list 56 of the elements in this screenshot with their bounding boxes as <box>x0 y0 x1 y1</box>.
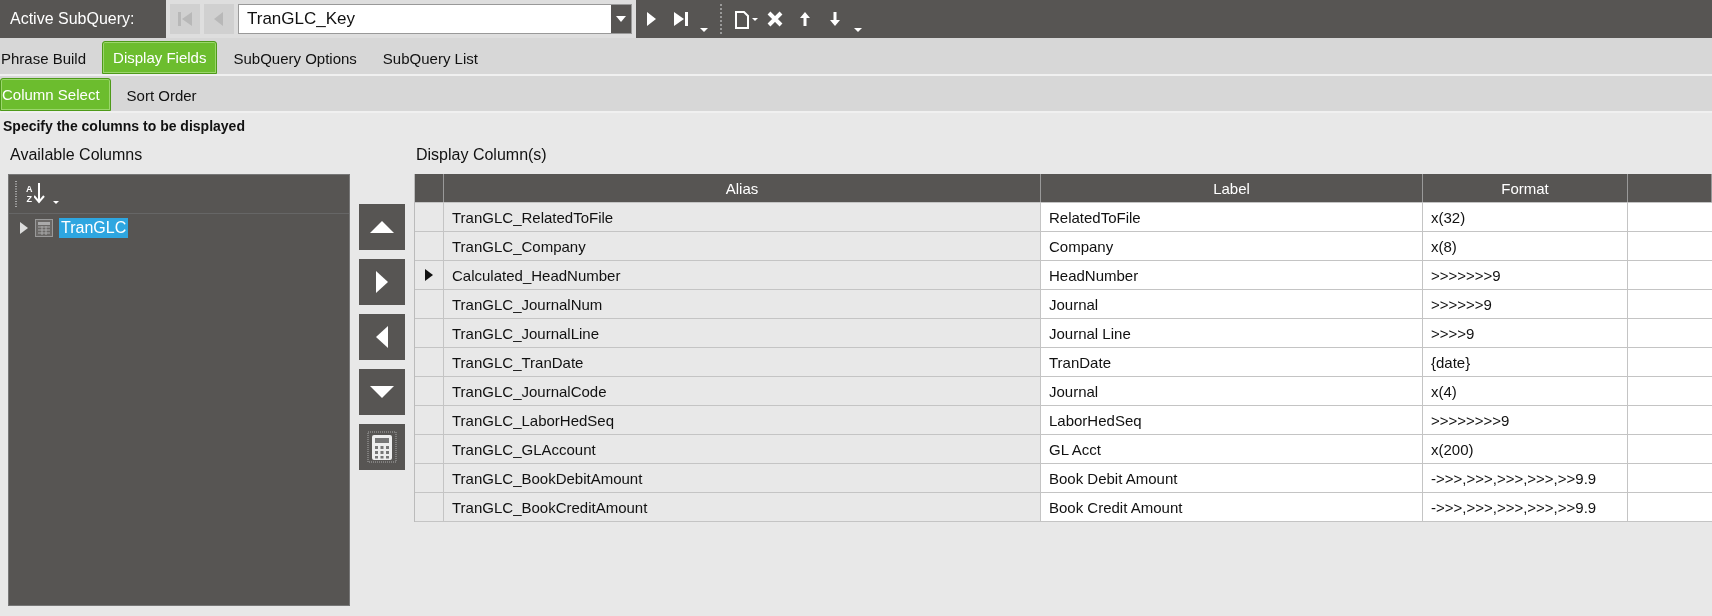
table-icon <box>35 219 53 237</box>
caret-icon <box>854 28 862 32</box>
table-cell: Journal Line <box>1041 319 1423 347</box>
calculator-icon <box>366 430 398 464</box>
tab[interactable]: Phrase Build <box>0 43 97 74</box>
triangle-left-icon <box>376 326 388 348</box>
table-cell: Book Debit Amount <box>1041 464 1423 492</box>
caret-icon <box>700 28 708 32</box>
table-cell: TranDate <box>1041 348 1423 376</box>
table-cell: Journal <box>1041 290 1423 318</box>
tab[interactable]: SubQuery List <box>372 43 488 74</box>
caret-icon <box>616 16 626 22</box>
toolbar-label: Active SubQuery: <box>9 10 136 28</box>
column-header[interactable]: Alias <box>444 174 1041 202</box>
column-header[interactable]: Format <box>1423 174 1628 202</box>
table-cell: {date} <box>1423 348 1628 376</box>
table-cell: Company <box>1041 232 1423 260</box>
move-down-button[interactable] <box>359 369 405 415</box>
triangle-up-icon <box>370 221 394 233</box>
triangle-right-icon <box>376 271 388 293</box>
section-title: Available Columns <box>9 145 144 165</box>
table-cell: x(200) <box>1423 435 1628 463</box>
column-header[interactable]: Label <box>1041 174 1423 202</box>
table-cell: GL Acct <box>1041 435 1423 463</box>
table-cell: ->>>,>>>,>>>,>>>,>>9.9 <box>1423 464 1628 492</box>
instruction-text: Specify the columns to be displayed <box>2 117 246 136</box>
grip-icon <box>14 181 18 207</box>
triangle-down-icon <box>370 386 394 398</box>
section-title: Display Column(s) <box>415 145 548 165</box>
add-column-button[interactable] <box>359 259 405 305</box>
calculator-button[interactable] <box>359 424 405 470</box>
table-cell: x(32) <box>1423 203 1628 231</box>
table-cell: RelatedToFile <box>1041 203 1423 231</box>
table-cell: >>>>>>>>9 <box>1423 406 1628 434</box>
table-cell: x(8) <box>1423 232 1628 260</box>
skip-last-icon <box>671 9 691 29</box>
tab[interactable]: Sort Order <box>116 80 207 111</box>
table-cell: HeadNumber <box>1041 261 1423 289</box>
move-up-button[interactable] <box>359 204 405 250</box>
table-cell: Book Credit Amount <box>1041 493 1423 521</box>
skip-first-icon <box>175 9 195 29</box>
remove-column-button[interactable] <box>359 314 405 360</box>
subquery-dropdown[interactable]: TranGLC_Key <box>238 4 632 34</box>
table-cell: LaborHedSeq <box>1041 406 1423 434</box>
table-cell: >>>>>>9 <box>1423 290 1628 318</box>
table-cell: Journal <box>1041 377 1423 405</box>
sort-button[interactable]: A Z <box>26 181 64 207</box>
expand-arrow-icon[interactable] <box>19 222 29 234</box>
table-cell: ->>>,>>>,>>>,>>>,>>9.9 <box>1423 493 1628 521</box>
current-row-icon <box>425 269 433 281</box>
table-cell: x(4) <box>1423 377 1628 405</box>
table-cell: >>>>9 <box>1423 319 1628 347</box>
tab[interactable]: SubQuery Options <box>223 43 367 74</box>
close-icon <box>765 9 785 29</box>
header-corner <box>415 174 444 202</box>
table-cell: >>>>>>>9 <box>1423 261 1628 289</box>
